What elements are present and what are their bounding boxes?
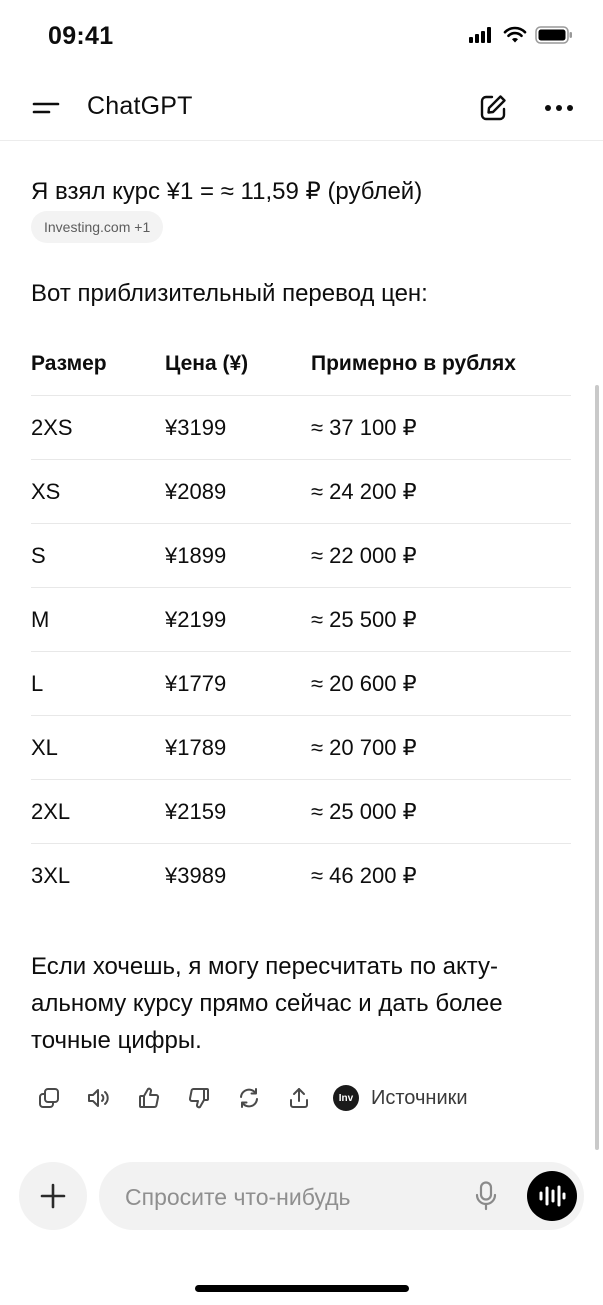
- table-row: 2XL ¥2159 ≈ 25 000 ₽: [31, 780, 571, 844]
- cell-price-yen: ¥2159: [165, 798, 227, 824]
- hamburger-menu-icon: [32, 102, 60, 114]
- voice-mode-button[interactable]: [527, 1171, 577, 1221]
- status-time: 09:41: [48, 22, 114, 50]
- investing-logo-icon: Inv: [333, 1085, 359, 1111]
- attach-button[interactable]: [19, 1162, 87, 1230]
- table-row: XS ¥2089 ≈ 24 200 ₽: [31, 460, 571, 524]
- column-header-size: Размер: [31, 352, 107, 375]
- table-row: S ¥1899 ≈ 22 000 ₽: [31, 524, 571, 588]
- table-row: 2XS ¥3199 ≈ 37 100 ₽: [31, 396, 571, 460]
- scrollbar[interactable]: [595, 385, 599, 1150]
- read-aloud-button[interactable]: [81, 1080, 117, 1116]
- cell-price-rub: ≈ 25 000 ₽: [311, 798, 417, 824]
- column-header-price-yen: Цена (¥): [165, 352, 249, 375]
- status-icons: [469, 26, 573, 49]
- compose-icon: [480, 95, 506, 121]
- message-actions: Inv Источники: [31, 1080, 468, 1116]
- share-icon: [290, 1088, 308, 1108]
- cell-price-rub: ≈ 20 700 ₽: [311, 734, 417, 760]
- regenerate-icon: [240, 1088, 258, 1108]
- more-options-button[interactable]: [538, 87, 580, 129]
- cell-price-yen: ¥1779: [165, 670, 227, 696]
- plus-icon: [40, 1183, 66, 1209]
- sources-label: Источники: [371, 1086, 468, 1109]
- price-table: Размер Цена (¥) Примерно в рублях 2XS ¥3…: [31, 333, 571, 907]
- chat-screen: 09:41 ChatGPT Я взял курс ¥1 = ≈ 11,59 ₽…: [0, 0, 603, 1305]
- cell-size: 2XL: [31, 798, 71, 824]
- table-header-row: Размер Цена (¥) Примерно в рублях: [31, 333, 571, 396]
- cell-size: XL: [31, 734, 58, 760]
- copy-button[interactable]: [31, 1080, 67, 1116]
- table-row: 3XL ¥3989 ≈ 46 200 ₽: [31, 844, 571, 907]
- cell-price-yen: ¥2199: [165, 606, 227, 632]
- cell-size: L: [31, 670, 44, 696]
- cell-size: S: [31, 542, 46, 568]
- table-row: M ¥2199 ≈ 25 500 ₽: [31, 588, 571, 652]
- cell-price-rub: ≈ 20 600 ₽: [311, 670, 417, 696]
- exchange-rate-text: Я взял курс ¥1 = ≈ 11,59 ₽ (рублей): [31, 178, 423, 205]
- cell-price-rub: ≈ 37 100 ₽: [311, 414, 417, 440]
- voice-waveform-icon: [539, 1185, 566, 1207]
- follow-up-text: Если хочешь, я могу пересчитать по акту-…: [31, 953, 503, 1054]
- cell-price-yen: ¥1899: [165, 542, 227, 568]
- cell-price-rub: ≈ 24 200 ₽: [311, 478, 417, 504]
- cell-price-yen: ¥1789: [165, 734, 227, 760]
- sources-button[interactable]: Inv Источники: [333, 1085, 468, 1111]
- wifi-icon: [503, 26, 527, 49]
- microphone-icon: [475, 1181, 497, 1211]
- thumbs-up-icon: [139, 1087, 160, 1108]
- menu-button[interactable]: [26, 88, 66, 128]
- cell-price-yen: ¥2089: [165, 478, 227, 504]
- table-row: L ¥1779 ≈ 20 600 ₽: [31, 652, 571, 716]
- speaker-icon: [88, 1089, 109, 1107]
- status-bar: 09:41: [0, 0, 603, 78]
- good-response-button[interactable]: [131, 1080, 167, 1116]
- share-button[interactable]: [281, 1080, 317, 1116]
- source-citation-chip[interactable]: Investing.com +1: [31, 211, 164, 243]
- thumbs-down-icon: [188, 1088, 209, 1109]
- table-intro-text: Вот приблизительный перевод цен:: [31, 280, 428, 307]
- cell-size: 2XS: [31, 414, 73, 440]
- new-chat-button[interactable]: [472, 87, 514, 129]
- app-header: ChatGPT: [0, 78, 603, 141]
- cell-price-rub: ≈ 25 500 ₽: [311, 606, 417, 632]
- cell-size: M: [31, 606, 50, 632]
- ellipsis-icon: [545, 105, 573, 111]
- column-header-price-rub: Примерно в рублях: [311, 352, 516, 375]
- home-indicator: [195, 1285, 409, 1292]
- battery-icon: [535, 26, 573, 49]
- app-title: ChatGPT: [87, 92, 193, 120]
- cell-price-yen: ¥3199: [165, 414, 227, 440]
- message-composer: [99, 1162, 584, 1232]
- bad-response-button[interactable]: [181, 1080, 217, 1116]
- copy-icon: [39, 1088, 59, 1108]
- cell-size: 3XL: [31, 862, 71, 888]
- table-row: XL ¥1789 ≈ 20 700 ₽: [31, 716, 571, 780]
- cellular-signal-icon: [469, 27, 495, 48]
- cell-size: XS: [31, 478, 61, 504]
- cell-price-rub: ≈ 46 200 ₽: [311, 862, 417, 888]
- regenerate-button[interactable]: [231, 1080, 267, 1116]
- cell-price-yen: ¥3989: [165, 862, 227, 888]
- cell-price-rub: ≈ 22 000 ₽: [311, 542, 417, 568]
- message-input[interactable]: [123, 1162, 447, 1232]
- dictation-button[interactable]: [467, 1177, 505, 1215]
